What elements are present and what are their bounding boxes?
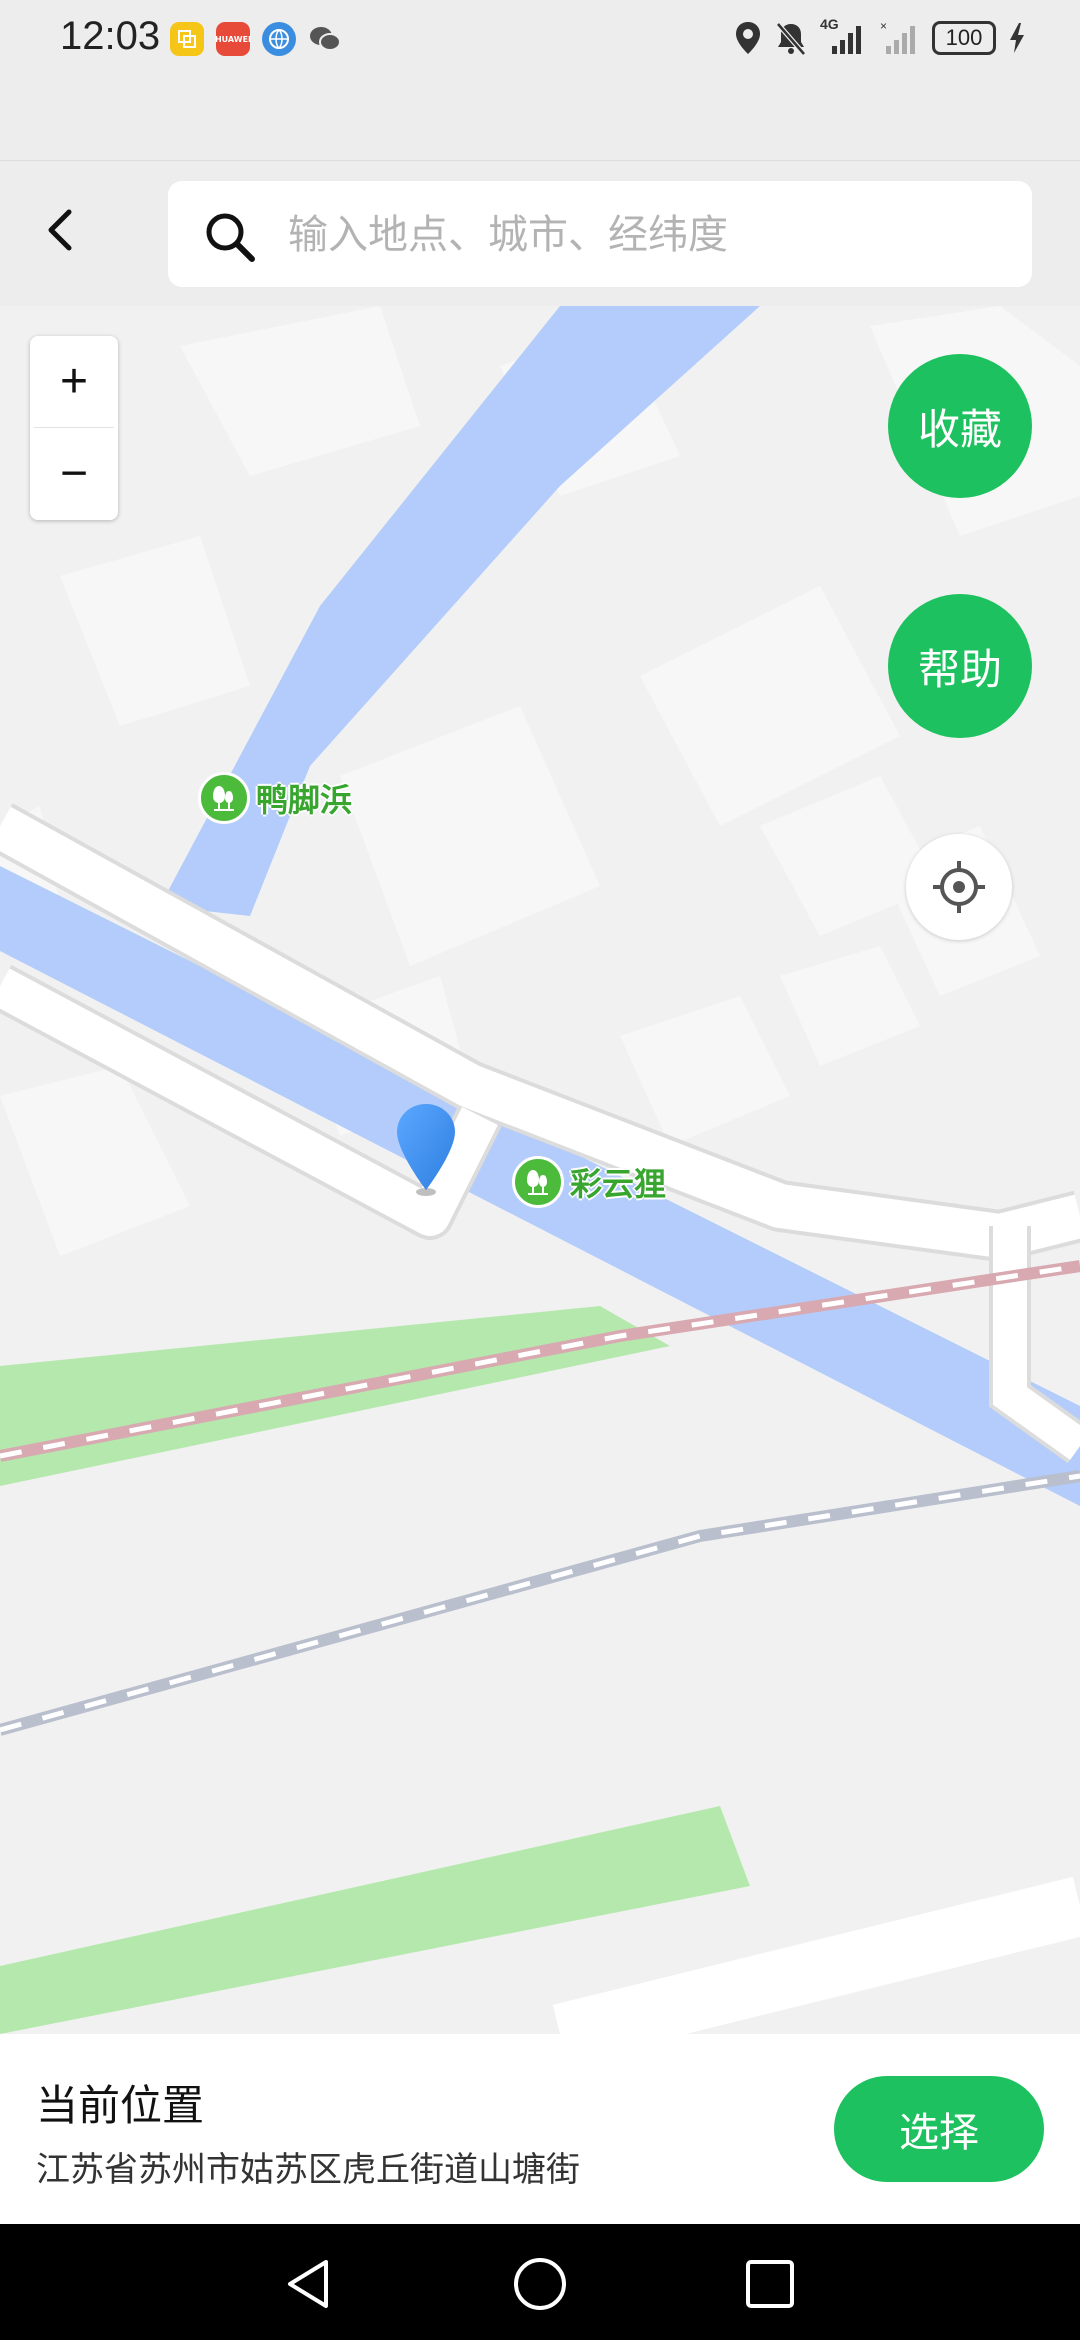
mute-bell-icon	[776, 22, 806, 56]
current-location-panel: 当前位置 江苏省苏州市姑苏区虎丘街道山塘街 选择	[0, 2034, 1080, 2224]
status-time: 12:03	[60, 14, 161, 58]
battery-level: 100	[945, 25, 983, 50]
nav-home-icon[interactable]	[510, 2254, 570, 2314]
park-poi-icon	[512, 1156, 564, 1208]
map-view[interactable]: + − 收藏 帮助 鸭脚浜 彩云狸	[0, 306, 1080, 2034]
zoom-out-button[interactable]: −	[30, 428, 118, 519]
location-pin-icon[interactable]	[394, 1102, 458, 1198]
zoom-in-button[interactable]: +	[30, 336, 118, 427]
search-box[interactable]	[168, 181, 1032, 287]
notes-app-icon	[170, 22, 204, 56]
huawei-app-label: HUAWEI	[214, 34, 252, 44]
current-location-title: 当前位置	[36, 2081, 205, 2130]
status-app-icons: HUAWEI	[170, 22, 342, 56]
charging-icon	[1010, 23, 1024, 53]
huawei-app-icon: HUAWEI	[214, 22, 252, 56]
poi-label: 鸭脚浜	[256, 781, 353, 819]
signal-bars-empty-icon: ×	[880, 20, 915, 54]
select-button[interactable]: 选择	[834, 2076, 1044, 2182]
system-nav-bar	[0, 2224, 1080, 2340]
poi-marker[interactable]: 鸭脚浜	[198, 772, 352, 824]
zoom-control: + −	[30, 336, 118, 520]
current-location-address: 江苏省苏州市姑苏区虎丘街道山塘街	[36, 2150, 580, 2190]
signal-bars-icon	[832, 26, 861, 54]
browser-app-icon	[262, 22, 296, 56]
favorite-button[interactable]: 收藏	[888, 354, 1032, 498]
railway	[0, 1470, 1080, 1736]
wechat-icon	[308, 22, 342, 56]
search-input[interactable]	[286, 195, 990, 275]
poi-marker[interactable]: 彩云狸	[512, 1156, 666, 1208]
crosshair-icon	[933, 861, 985, 913]
railway	[0, 1473, 1080, 1733]
poi-label: 彩云狸	[570, 1165, 667, 1203]
nav-back-icon[interactable]	[280, 2254, 340, 2314]
locate-button[interactable]	[906, 834, 1012, 940]
status-bar: 12:03 HUAWEI 4G × 100	[0, 0, 1080, 80]
search-icon	[206, 213, 255, 262]
help-button[interactable]: 帮助	[888, 594, 1032, 738]
back-button[interactable]	[28, 197, 94, 263]
location-status-icon	[736, 22, 760, 54]
search-header	[0, 160, 1080, 308]
svg-text:×: ×	[880, 20, 887, 33]
signal-4g: 4G	[820, 16, 868, 56]
park-poi-icon	[198, 772, 250, 824]
status-indicators: 4G × 100	[734, 16, 1026, 56]
road	[552, 1876, 1080, 2034]
battery-indicator: 100	[932, 21, 996, 55]
chevron-left-icon	[48, 209, 72, 251]
nav-recents-icon[interactable]	[740, 2254, 800, 2314]
